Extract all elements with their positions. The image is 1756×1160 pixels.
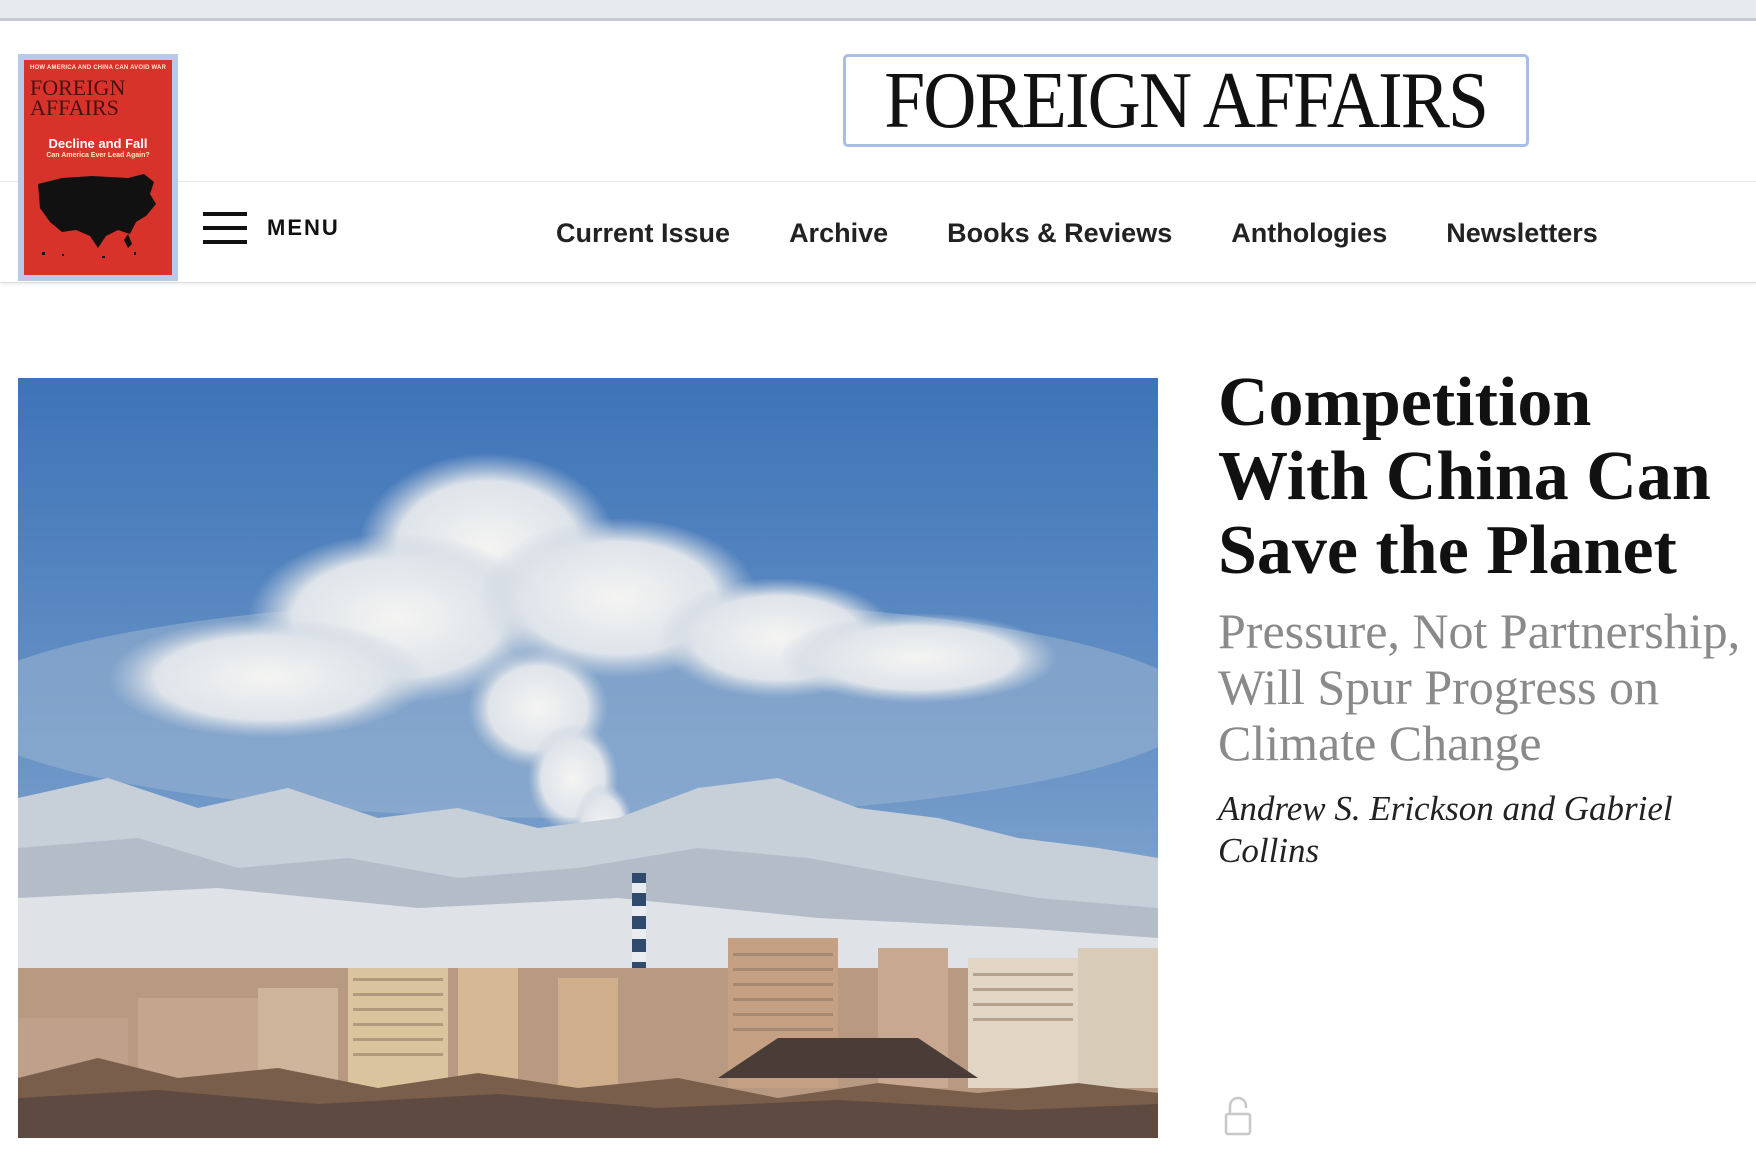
article-dek: Pressure, Not Partnership, Will Spur Pro… bbox=[1218, 603, 1741, 771]
menu-label: MENU bbox=[267, 215, 340, 240]
nav-archive[interactable]: Archive bbox=[789, 218, 888, 249]
cover-image: HOW AMERICA AND CHINA CAN AVOID WAR FORE… bbox=[24, 60, 172, 275]
browser-top-bar bbox=[0, 0, 1756, 21]
article-headline[interactable]: Competition With China Can Save the Plan… bbox=[1218, 366, 1748, 588]
cover-masthead: FOREIGN AFFAIRS bbox=[30, 77, 125, 120]
cover-title: Decline and Fall bbox=[48, 136, 148, 151]
article-byline[interactable]: Andrew S. Erickson and Gabriel Collins bbox=[1218, 788, 1728, 872]
nav-anthologies[interactable]: Anthologies bbox=[1231, 218, 1387, 249]
nav-books-reviews[interactable]: Books & Reviews bbox=[947, 218, 1172, 249]
primary-nav: Current Issue Archive Books & Reviews An… bbox=[556, 208, 1598, 258]
hamburger-icon bbox=[203, 210, 247, 246]
logo-text: FOREIGN AFFAIRS bbox=[884, 56, 1490, 145]
menu-button[interactable]: MENU bbox=[203, 208, 340, 248]
nav-current-issue[interactable]: Current Issue bbox=[556, 218, 730, 249]
cover-masthead-line2: AFFAIRS bbox=[30, 95, 119, 120]
current-issue-cover[interactable]: HOW AMERICA AND CHINA CAN AVOID WAR FORE… bbox=[18, 54, 178, 281]
nav-newsletters[interactable]: Newsletters bbox=[1446, 218, 1598, 249]
cover-subtitle: Can America Ever Lead Again? bbox=[46, 152, 150, 159]
site-logo[interactable]: FOREIGN AFFAIRS bbox=[843, 54, 1529, 147]
unlocked-padlock-icon bbox=[1224, 1096, 1252, 1136]
article-hero-image[interactable] bbox=[18, 378, 1158, 1138]
us-map-illustration bbox=[38, 174, 156, 258]
cover-topline: HOW AMERICA AND CHINA CAN AVOID WAR bbox=[30, 65, 167, 71]
smokestack-city-photo bbox=[18, 378, 1158, 1138]
